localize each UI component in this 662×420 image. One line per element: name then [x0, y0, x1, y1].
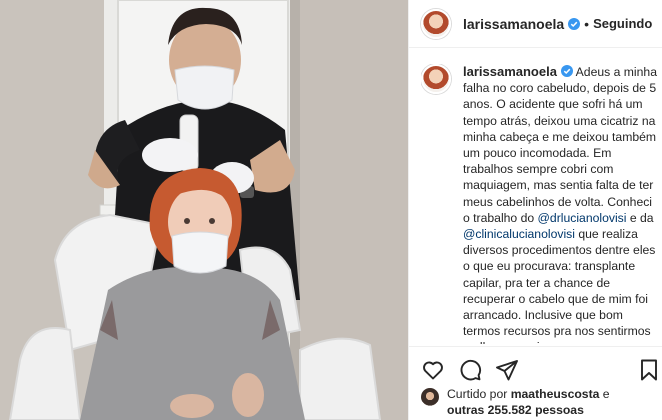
- caption-text-part: que realiza diversos procedimentos dentr…: [463, 227, 656, 344]
- action-bar: [421, 358, 661, 382]
- post-caption: larissamanoela Adeus a minha falha no co…: [421, 64, 661, 344]
- caption-body: larissamanoela Adeus a minha falha no co…: [463, 64, 661, 344]
- caption-author-avatar[interactable]: [421, 64, 451, 94]
- caption-username[interactable]: larissamanoela: [463, 64, 557, 79]
- actions-divider: [409, 346, 662, 347]
- verified-badge-icon: [568, 17, 581, 30]
- mention-link[interactable]: @clinicalucianolovisi: [463, 227, 575, 241]
- likes-middle: e: [599, 387, 610, 401]
- post-photo[interactable]: [0, 0, 408, 420]
- caption-text-part: e da: [626, 210, 654, 225]
- author-avatar[interactable]: [421, 8, 451, 39]
- share-icon[interactable]: [495, 358, 519, 382]
- likes-text: Curtido por maatheuscosta e outras 255.5…: [447, 386, 610, 418]
- comment-icon[interactable]: [458, 358, 482, 382]
- mention-link[interactable]: @drlucianolovisi: [538, 211, 627, 225]
- heart-icon[interactable]: [421, 358, 445, 382]
- likes-prefix: Curtido por: [447, 387, 511, 401]
- post-header: larissamanoela • Seguindo: [409, 0, 662, 48]
- post-image-illustration: [0, 0, 408, 420]
- likes-summary: Curtido por maatheuscosta e outras 255.5…: [421, 386, 661, 418]
- verified-badge-icon: [560, 65, 573, 77]
- likes-count-link[interactable]: outras 255.582 pessoas: [447, 403, 584, 417]
- author-username[interactable]: larissamanoela: [463, 16, 564, 32]
- bookmark-icon[interactable]: [637, 358, 661, 382]
- following-button[interactable]: Seguindo: [593, 16, 652, 31]
- separator-dot: •: [584, 15, 590, 32]
- post-side-panel: larissamanoela • Seguindo larissamanoela…: [408, 0, 662, 420]
- liker-avatar[interactable]: [421, 388, 439, 406]
- caption-text-part: Adeus a minha falha no coro cabeludo, de…: [463, 65, 657, 225]
- liker-username[interactable]: maatheuscosta: [511, 387, 600, 401]
